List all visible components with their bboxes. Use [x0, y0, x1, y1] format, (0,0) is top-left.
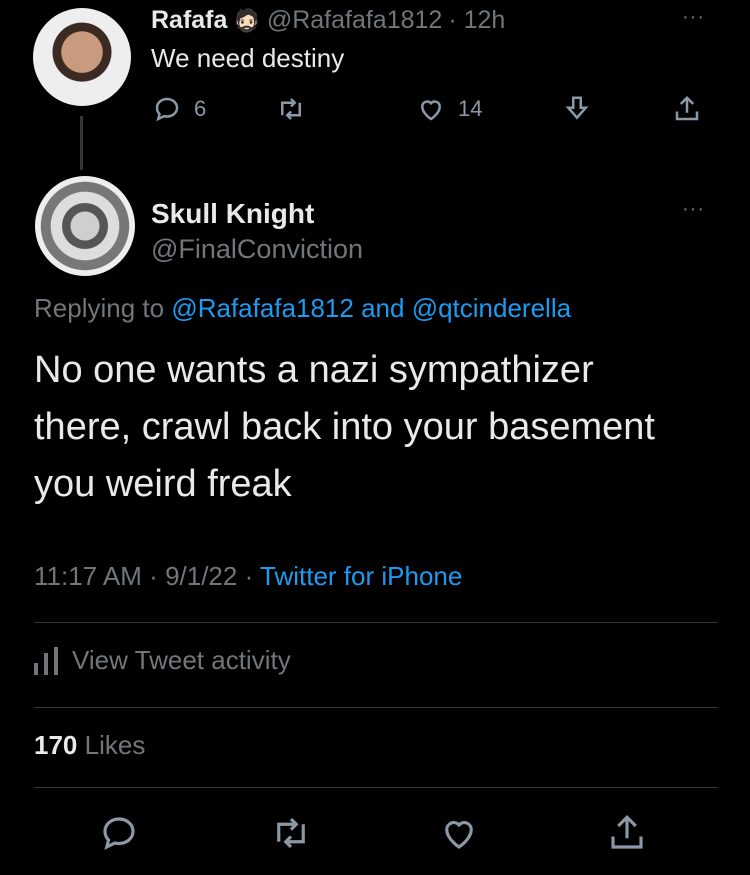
divider: [34, 707, 718, 708]
parent-reply-count: 6: [194, 96, 207, 121]
replying-and: and: [361, 293, 405, 323]
reply-icon: [155, 97, 179, 122]
parent-more-icon[interactable]: ···: [682, 6, 705, 29]
replying-prefix: Replying to: [34, 293, 165, 323]
heart-icon: [420, 100, 442, 121]
parent-author-name[interactable]: Rafafa: [151, 6, 227, 35]
parent-download-button[interactable]: [562, 94, 592, 124]
parent-tweet-text: We need destiny: [151, 43, 345, 73]
tweet-source-link[interactable]: Twitter for iPhone: [260, 561, 462, 591]
retweet-icon: [281, 98, 301, 120]
replying-user-link[interactable]: @qtcinderella: [412, 293, 571, 323]
replying-user-link[interactable]: @Rafafafa1812: [171, 293, 354, 323]
heart-icon: [445, 821, 473, 849]
tweet-time: 11:17 AM: [34, 561, 142, 591]
parent-share-button[interactable]: [672, 94, 702, 124]
main-more-icon[interactable]: ···: [682, 198, 705, 221]
tweet-date: 9/1/22: [165, 561, 238, 591]
like-button[interactable]: [438, 812, 480, 859]
parent-header: Rafafa 🧔🏻 @Rafafafa1812 · 12h: [151, 6, 505, 35]
reply-button[interactable]: [98, 812, 140, 859]
bar-chart-icon: [34, 646, 58, 675]
divider: [34, 787, 718, 788]
parent-reply-button[interactable]: 6: [152, 94, 206, 124]
share-button[interactable]: [606, 812, 648, 859]
main-author-handle[interactable]: @FinalConviction: [151, 234, 363, 265]
share-icon: [675, 95, 699, 121]
tweet-meta: 11:17 AM · 9/1/22 · Twitter for iPhone: [34, 561, 463, 591]
thread-line: [80, 116, 83, 170]
retweet-icon: [277, 817, 305, 849]
likes-count: 170: [34, 730, 78, 760]
divider: [34, 622, 718, 623]
main-tweet-text: No one wants a nazi sympathizer there, c…: [34, 349, 655, 505]
reply-icon: [103, 817, 135, 850]
main-avatar[interactable]: [35, 176, 135, 276]
main-author-name[interactable]: Skull Knight: [151, 198, 314, 230]
download-arrow-icon: [565, 96, 589, 120]
likes-label: Likes: [84, 730, 146, 760]
likes-summary-link[interactable]: 170 Likes: [34, 730, 145, 761]
parent-like-button[interactable]: 14: [416, 94, 482, 124]
parent-retweet-button[interactable]: [276, 94, 306, 124]
parent-author-emoji: 🧔🏻: [233, 7, 261, 33]
parent-like-count: 14: [458, 96, 483, 121]
view-tweet-activity-link[interactable]: View Tweet activity: [34, 645, 291, 676]
parent-timestamp: · 12h: [448, 6, 506, 34]
view-tweet-activity-label: View Tweet activity: [72, 645, 291, 675]
parent-avatar[interactable]: [33, 8, 131, 106]
parent-author-handle[interactable]: @Rafafafa1812: [267, 6, 443, 35]
retweet-button[interactable]: [270, 812, 312, 859]
replying-to-line: Replying to @Rafafafa1812 and @qtcindere…: [34, 293, 571, 324]
share-icon: [611, 815, 643, 849]
